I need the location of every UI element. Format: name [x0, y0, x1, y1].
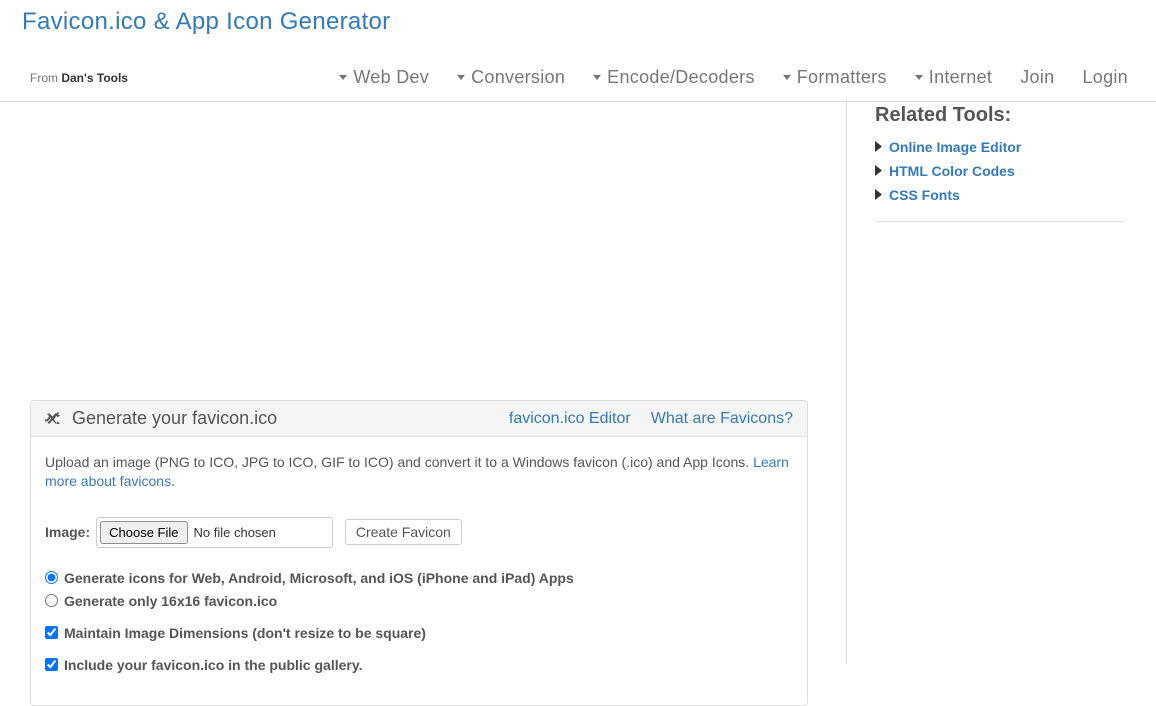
nav-label: Web Dev: [353, 67, 429, 88]
radio-all-icons-label[interactable]: Generate icons for Web, Android, Microso…: [64, 570, 574, 586]
nav-label: Formatters: [797, 67, 887, 88]
image-label: Image:: [45, 524, 90, 540]
caret-down-icon: [339, 75, 347, 80]
nav-label: Login: [1082, 67, 1128, 88]
file-status-text: No file chosen: [194, 525, 326, 540]
checkbox-public-gallery[interactable]: [45, 658, 58, 671]
option-row-maintain-dims: Maintain Image Dimensions (don't resize …: [45, 625, 793, 641]
nav-item-internet[interactable]: Internet: [901, 54, 1006, 101]
generate-panel: Generate your favicon.ico favicon.ico Ed…: [30, 400, 808, 706]
radio-all-icons[interactable]: [45, 571, 58, 584]
nav-item-encode[interactable]: Encode/Decoders: [579, 54, 769, 101]
nav-item-webdev[interactable]: Web Dev: [325, 54, 443, 101]
upload-description: Upload an image (PNG to ICO, JPG to ICO,…: [45, 453, 793, 491]
site-title[interactable]: Favicon.ico & App Icon Generator: [22, 8, 1134, 36]
nav-bar: From Dan's Tools Web Dev Conversion Enco…: [0, 54, 1156, 102]
related-tools-heading: Related Tools:: [875, 104, 1156, 127]
option-row-public-gallery: Include your favicon.ico in the public g…: [45, 657, 793, 673]
nav-links: Web Dev Conversion Encode/Decoders Forma…: [325, 54, 1142, 101]
related-link-css-fonts[interactable]: CSS Fonts: [889, 187, 960, 203]
related-item-html-colors: HTML Color Codes: [875, 163, 1156, 179]
related-link-image-editor[interactable]: Online Image Editor: [889, 139, 1021, 155]
related-link-html-colors[interactable]: HTML Color Codes: [889, 163, 1015, 179]
from-name: Dan's Tools: [61, 71, 128, 85]
nav-label: Internet: [929, 67, 992, 88]
checkbox-maintain-dims[interactable]: [45, 626, 58, 639]
create-favicon-button[interactable]: Create Favicon: [345, 519, 462, 545]
caret-down-icon: [457, 75, 465, 80]
shuffle-icon: [45, 411, 60, 427]
radio-16x16-label[interactable]: Generate only 16x16 favicon.ico: [64, 593, 277, 609]
caret-down-icon: [593, 75, 601, 80]
panel-title: Generate your favicon.ico: [72, 408, 277, 429]
panel-body: Upload an image (PNG to ICO, JPG to ICO,…: [31, 437, 807, 705]
caret-down-icon: [915, 75, 923, 80]
option-row-all-icons: Generate icons for Web, Android, Microso…: [45, 570, 793, 586]
nav-label: Conversion: [471, 67, 565, 88]
choose-file-button[interactable]: Choose File: [100, 521, 187, 544]
upload-text-main: Upload an image (PNG to ICO, JPG to ICO,…: [45, 454, 753, 470]
chevron-right-icon: [875, 187, 882, 203]
nav-label: Join: [1020, 67, 1054, 88]
related-item-css-fonts: CSS Fonts: [875, 187, 1156, 203]
period: .: [171, 473, 175, 489]
nav-item-join[interactable]: Join: [1006, 54, 1068, 101]
what-are-favicons-link[interactable]: What are Favicons?: [651, 410, 793, 428]
nav-item-formatters[interactable]: Formatters: [769, 54, 901, 101]
from-label[interactable]: From Dan's Tools: [30, 71, 128, 85]
nav-item-conversion[interactable]: Conversion: [443, 54, 579, 101]
nav-item-login[interactable]: Login: [1068, 54, 1142, 101]
related-item-image-editor: Online Image Editor: [875, 139, 1156, 155]
radio-16x16[interactable]: [45, 594, 58, 607]
caret-down-icon: [783, 75, 791, 80]
chevron-right-icon: [875, 139, 882, 155]
chevron-right-icon: [875, 163, 882, 179]
checkbox-public-gallery-label[interactable]: Include your favicon.ico in the public g…: [64, 657, 362, 673]
related-tools-list: Online Image Editor HTML Color Codes CSS…: [875, 139, 1156, 203]
favicon-editor-link[interactable]: favicon.ico Editor: [509, 410, 631, 428]
file-input-wrapper[interactable]: Choose File No file chosen: [96, 517, 333, 548]
panel-header: Generate your favicon.ico favicon.ico Ed…: [31, 401, 807, 437]
nav-label: Encode/Decoders: [607, 67, 755, 88]
from-prefix: From: [30, 71, 61, 85]
related-divider: [875, 221, 1125, 222]
image-form-row: Image: Choose File No file chosen Create…: [45, 517, 793, 548]
checkbox-maintain-dims-label[interactable]: Maintain Image Dimensions (don't resize …: [64, 625, 426, 641]
option-row-16x16: Generate only 16x16 favicon.ico: [45, 593, 793, 609]
